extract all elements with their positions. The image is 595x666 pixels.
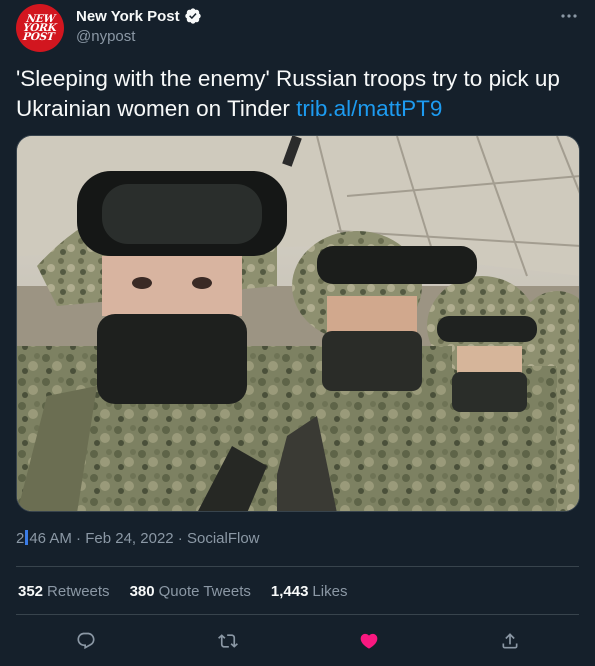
divider	[16, 614, 579, 615]
soldiers-photo	[17, 136, 579, 511]
reply-icon	[77, 632, 95, 650]
likes-count: 1,443	[270, 583, 309, 600]
tweet-text: 'Sleeping with the enemy' Russian troops…	[16, 64, 586, 124]
tweet-photo[interactable]	[16, 135, 580, 512]
quote-tweets-count: 380	[129, 583, 155, 600]
retweets-stat[interactable]: 352 Retweets	[18, 583, 110, 600]
time-rest[interactable]: 46 AM	[29, 530, 72, 547]
tweet-meta: 2 46 AM · Feb 24, 2022 · SocialFlow	[16, 530, 260, 547]
tweet-source[interactable]: SocialFlow	[187, 530, 260, 547]
retweet-icon	[218, 634, 238, 648]
like-button[interactable]	[354, 626, 384, 656]
retweets-label: Retweets	[47, 583, 110, 600]
author-name-text: New York Post	[76, 7, 180, 25]
tweet-link[interactable]: trib.al/mattPT9	[296, 96, 442, 121]
text-cursor	[25, 530, 29, 545]
more-options-icon[interactable]	[559, 6, 579, 26]
action-bar	[0, 626, 595, 656]
quote-tweets-label: Quote Tweets	[158, 583, 251, 600]
share-button[interactable]	[495, 626, 525, 656]
verified-badge-icon	[184, 8, 201, 24]
heart-icon	[360, 633, 378, 649]
divider	[16, 566, 579, 567]
tweet-body: 'Sleeping with the enemy' Russian troops…	[16, 66, 560, 121]
likes-label: Likes	[312, 583, 348, 600]
tweet-stats: 352 Retweets 380 Quote Tweets 1,443 Like…	[18, 583, 347, 600]
author-name[interactable]: New York Post	[76, 7, 202, 25]
avatar[interactable]: NEW YORK POST	[16, 4, 64, 52]
retweets-count: 352	[18, 583, 44, 600]
meta-separator: ·	[177, 530, 183, 547]
share-icon	[502, 633, 518, 649]
quote-tweets-stat[interactable]: 380 Quote Tweets	[130, 583, 251, 600]
meta-separator: ·	[76, 530, 82, 547]
nypost-logo: NEW YORK POST	[22, 12, 58, 43]
tweet-detail: NEW YORK POST New York Post @nypost 'Sle…	[0, 0, 595, 666]
retweet-button[interactable]	[213, 626, 243, 656]
tweet-date[interactable]: Feb 24, 2022	[85, 530, 173, 547]
author-handle[interactable]: @nypost	[76, 28, 135, 45]
time-hour: 2	[16, 530, 25, 547]
likes-stat[interactable]: 1,443 Likes	[271, 583, 348, 600]
reply-button[interactable]	[71, 626, 101, 656]
